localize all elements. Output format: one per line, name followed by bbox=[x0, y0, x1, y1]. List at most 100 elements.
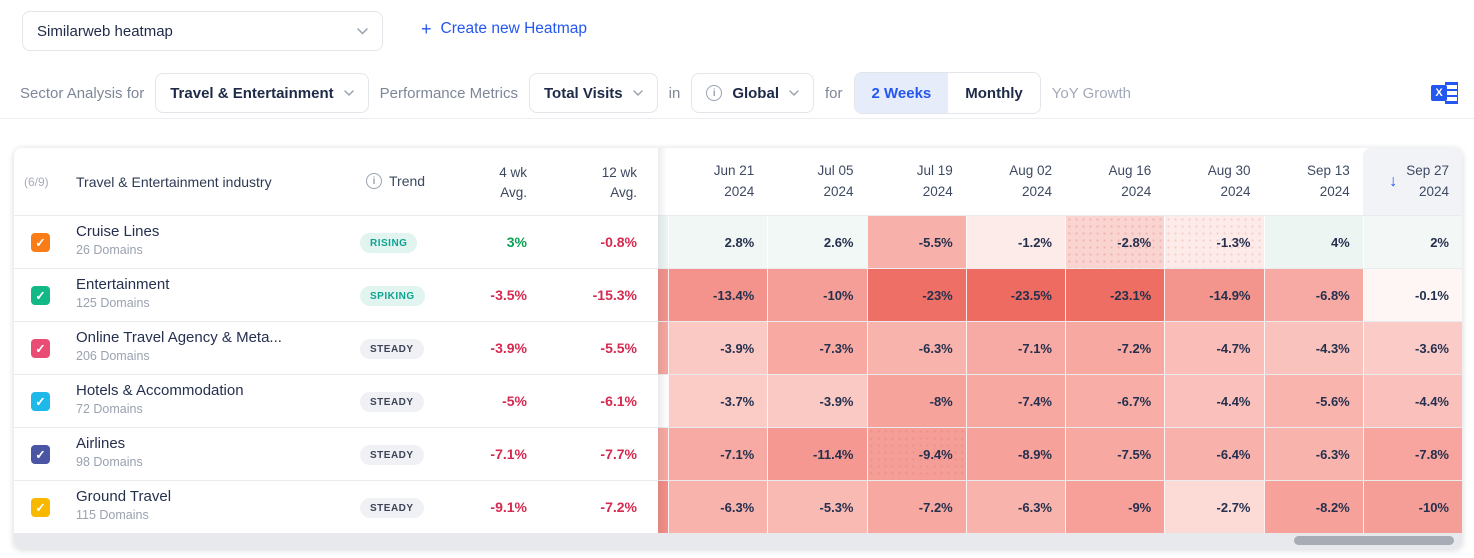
heat-cell: -6.3% bbox=[668, 481, 768, 534]
row-checkbox[interactable]: ✓ bbox=[31, 498, 50, 517]
row-name[interactable]: Online Travel Agency & Meta... bbox=[76, 329, 282, 346]
heat-cell: -4.4% bbox=[1164, 375, 1264, 428]
heat-row: -3.9% -7.3% -6.3% -7.1% -7.2% -4.7% -4.3… bbox=[658, 322, 1462, 375]
table-row: ✓ Airlines 98 Domains STEADY -7.1% -7.7%… bbox=[14, 427, 1462, 481]
avg-4wk-value: -3.5% bbox=[490, 287, 527, 303]
table-row: ✓ Online Travel Agency & Meta... 206 Dom… bbox=[14, 321, 1462, 375]
date-column-header[interactable]: Sep 13 2024 bbox=[1264, 148, 1363, 215]
heat-cell: -9.4% bbox=[866, 428, 966, 481]
heat-cell: -23.1% bbox=[1065, 269, 1165, 322]
row-name[interactable]: Ground Travel bbox=[76, 488, 171, 505]
sector-analysis-label: Sector Analysis for bbox=[20, 84, 145, 102]
date-column-header-sorted[interactable]: ↓ Sep 27 2024 bbox=[1362, 148, 1462, 215]
chevron-down-icon bbox=[789, 90, 799, 96]
create-heatmap-button[interactable]: + Create new Heatmap bbox=[421, 20, 587, 38]
heatmap-selector[interactable]: Similarweb heatmap bbox=[22, 11, 383, 51]
heat-row: -7.1% -11.4% -9.4% -8.9% -7.5% -6.4% -6.… bbox=[658, 428, 1462, 481]
excel-x-glyph: X bbox=[1431, 85, 1447, 101]
table-body: ✓ Cruise Lines 26 Domains RISING 3% -0.8… bbox=[14, 215, 1462, 534]
row-domains: 125 Domains bbox=[76, 296, 150, 310]
row-name[interactable]: Hotels & Accommodation bbox=[76, 382, 244, 399]
date-column-header[interactable]: Aug 30 2024 bbox=[1164, 148, 1263, 215]
row-name-cell: Hotels & Accommodation 72 Domains bbox=[76, 382, 244, 416]
region-dropdown[interactable]: i Global bbox=[691, 73, 814, 113]
heat-row: -3.7% -3.9% -8% -7.4% -6.7% -4.4% -5.6% … bbox=[658, 375, 1462, 428]
sector-dropdown[interactable]: Travel & Entertainment bbox=[155, 73, 369, 113]
heat-cell: -3.9% bbox=[767, 375, 867, 428]
heat-cell: -6.3% bbox=[866, 322, 966, 375]
row-checkbox[interactable]: ✓ bbox=[31, 286, 50, 305]
heat-cell: -4.7% bbox=[1164, 322, 1264, 375]
horizontal-scrollbar[interactable] bbox=[14, 533, 1462, 549]
heat-cell: -2.7% bbox=[1164, 481, 1264, 534]
row-checkbox[interactable]: ✓ bbox=[31, 233, 50, 252]
row-name[interactable]: Entertainment bbox=[76, 276, 169, 293]
sort-descending-icon: ↓ bbox=[1389, 172, 1398, 190]
metrics-dropdown[interactable]: Total Visits bbox=[528, 73, 658, 113]
table-row: ✓ Entertainment 125 Domains SPIKING -3.5… bbox=[14, 268, 1462, 322]
info-icon: i bbox=[706, 85, 723, 101]
trend-badge: STEADY bbox=[360, 445, 424, 465]
date-column-header[interactable]: Jul 05 2024 bbox=[767, 148, 866, 215]
heat-cell: -7.2% bbox=[1065, 322, 1165, 375]
avg-12wk-value: -7.7% bbox=[600, 446, 637, 462]
avg-12wk-value: -15.3% bbox=[592, 287, 637, 303]
check-icon: ✓ bbox=[35, 501, 46, 515]
partial-column-sliver bbox=[658, 322, 668, 375]
chevron-down-icon bbox=[632, 90, 643, 96]
heat-row: 2.8% 2.6% -5.5% -1.2% -2.8% -1.3% 4% 2% bbox=[658, 216, 1462, 269]
trend-badge: SPIKING bbox=[360, 286, 425, 306]
row-domains: 72 Domains bbox=[76, 402, 143, 416]
row-name[interactable]: Airlines bbox=[76, 435, 143, 452]
create-heatmap-label: Create new Heatmap bbox=[440, 20, 587, 37]
row-name[interactable]: Cruise Lines bbox=[76, 223, 159, 240]
row-name-cell: Ground Travel 115 Domains bbox=[76, 488, 171, 522]
heat-cell: -4.4% bbox=[1362, 375, 1462, 428]
excel-export-icon[interactable]: X bbox=[1431, 82, 1458, 104]
heat-cell: -6.7% bbox=[1065, 375, 1165, 428]
sector-dropdown-value: Travel & Entertainment bbox=[170, 84, 334, 102]
table-row: ✓ Cruise Lines 26 Domains RISING 3% -0.8… bbox=[14, 215, 1462, 269]
heat-row: -13.4% -10% -23% -23.5% -23.1% -14.9% -6… bbox=[658, 269, 1462, 322]
row-checkbox[interactable]: ✓ bbox=[31, 339, 50, 358]
scrollbar-thumb[interactable] bbox=[1294, 536, 1454, 545]
heat-cell: -1.2% bbox=[965, 216, 1065, 269]
toolbar-divider bbox=[0, 118, 1474, 119]
date-headers: Jun 21 2024 Jul 05 2024 Jul 19 2024 Aug 02 2… bbox=[658, 148, 1462, 215]
info-icon[interactable]: i bbox=[366, 173, 382, 189]
row-checkbox[interactable]: ✓ bbox=[31, 392, 50, 411]
row-checkbox[interactable]: ✓ bbox=[31, 445, 50, 464]
heat-cell: 2.8% bbox=[668, 216, 768, 269]
heat-cell: -13.4% bbox=[668, 269, 768, 322]
heat-cell: -23.5% bbox=[965, 269, 1065, 322]
trend-header-label: Trend bbox=[389, 173, 426, 189]
date-column-header[interactable]: Jun 21 2024 bbox=[668, 148, 767, 215]
table-header: (6/9) Travel & Entertainment industry i … bbox=[14, 148, 1462, 215]
avg-4wk-header: 4 wk Avg. bbox=[499, 165, 527, 200]
yoy-growth-label: YoY Growth bbox=[1051, 84, 1131, 102]
heat-cell: -7.8% bbox=[1362, 428, 1462, 481]
chevron-down-icon bbox=[357, 27, 368, 35]
check-icon: ✓ bbox=[35, 395, 46, 409]
heat-cell: -7.4% bbox=[965, 375, 1065, 428]
date-column-header[interactable]: Jul 19 2024 bbox=[867, 148, 966, 215]
heat-cell: 2% bbox=[1362, 216, 1462, 269]
heat-cell: -6.3% bbox=[1263, 428, 1363, 481]
avg-12wk-value: -7.2% bbox=[600, 499, 637, 515]
heat-cell: -8.2% bbox=[1263, 481, 1363, 534]
tab-2-weeks[interactable]: 2 Weeks bbox=[854, 73, 949, 113]
date-column-header[interactable]: Aug 16 2024 bbox=[1065, 148, 1164, 215]
heat-row: -6.3% -5.3% -7.2% -6.3% -9% -2.7% -8.2% … bbox=[658, 481, 1462, 534]
trend-badge: RISING bbox=[360, 233, 418, 253]
tab-monthly[interactable]: Monthly bbox=[948, 73, 1040, 113]
avg-4wk-value: 3% bbox=[506, 234, 527, 250]
trend-column-header: i Trend bbox=[366, 173, 425, 189]
heat-cell: -2.8% bbox=[1065, 216, 1164, 269]
table-row: ✓ Ground Travel 115 Domains STEADY -9.1%… bbox=[14, 480, 1462, 534]
heat-cell: -7.1% bbox=[965, 322, 1065, 375]
check-icon: ✓ bbox=[35, 289, 46, 303]
region-dropdown-value: Global bbox=[732, 84, 779, 102]
date-column-header[interactable]: Aug 02 2024 bbox=[966, 148, 1065, 215]
heat-cell: -11.4% bbox=[767, 428, 867, 481]
check-icon: ✓ bbox=[35, 236, 46, 250]
